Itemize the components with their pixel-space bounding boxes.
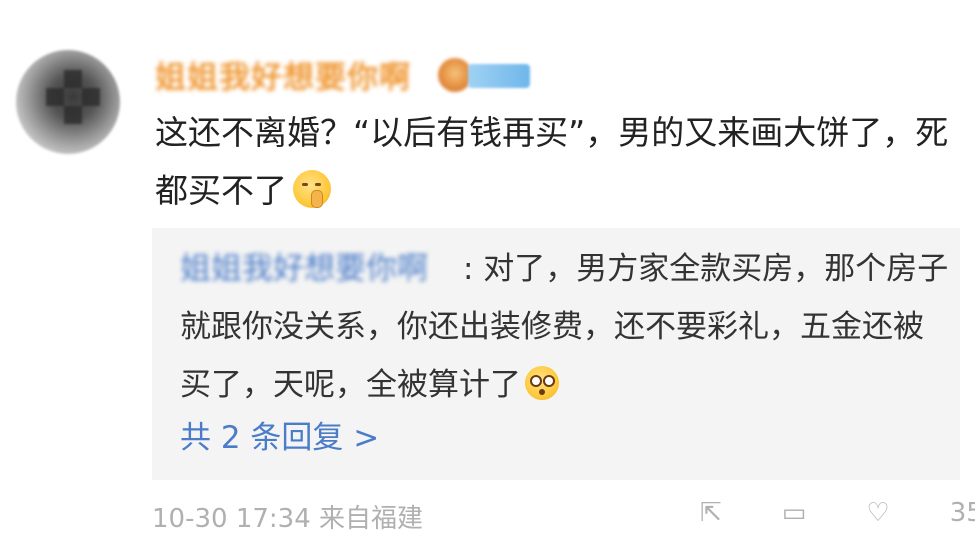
avatar-pixel xyxy=(64,70,82,88)
comment-author[interactable]: 姐姐我好想要你啊 xyxy=(155,52,411,97)
comment-icon[interactable]: ▭ xyxy=(782,498,807,528)
avatar-pixel xyxy=(82,88,100,106)
avatar-pixel xyxy=(64,106,82,124)
flushed-face-icon xyxy=(525,366,559,400)
comment-actions: ⇱ ▭ ♡ 35 xyxy=(700,498,975,528)
comment-text: 这还不离婚？“以后有钱再买”，男的又来画大饼了，死都买不了 xyxy=(155,113,949,210)
reply-body: : 对了，男方家全款买房，那个房子就跟你没关系，你还出装修费，还不要彩礼，五金还… xyxy=(180,240,950,414)
comment-meta: 10-30 17:34 来自福建 xyxy=(152,504,424,534)
comment-body: 这还不离婚？“以后有钱再买”，男的又来画大饼了，死都买不了 xyxy=(155,104,955,220)
shushing-face-icon xyxy=(293,170,331,208)
share-icon[interactable]: ⇱ xyxy=(700,498,722,528)
member-badge xyxy=(468,64,530,88)
like-icon[interactable]: ♡ xyxy=(866,498,889,528)
user-badge-icon xyxy=(438,58,472,92)
avatar[interactable] xyxy=(16,50,120,154)
avatar-pixel xyxy=(46,88,64,106)
view-more-replies-link[interactable]: 共 2 条回复 > xyxy=(180,412,379,457)
reply-text: : 对了，男方家全款买房，那个房子就跟你没关系，你还出装修费，还不要彩礼，五金还… xyxy=(180,251,949,403)
like-count: 35 xyxy=(949,498,975,528)
